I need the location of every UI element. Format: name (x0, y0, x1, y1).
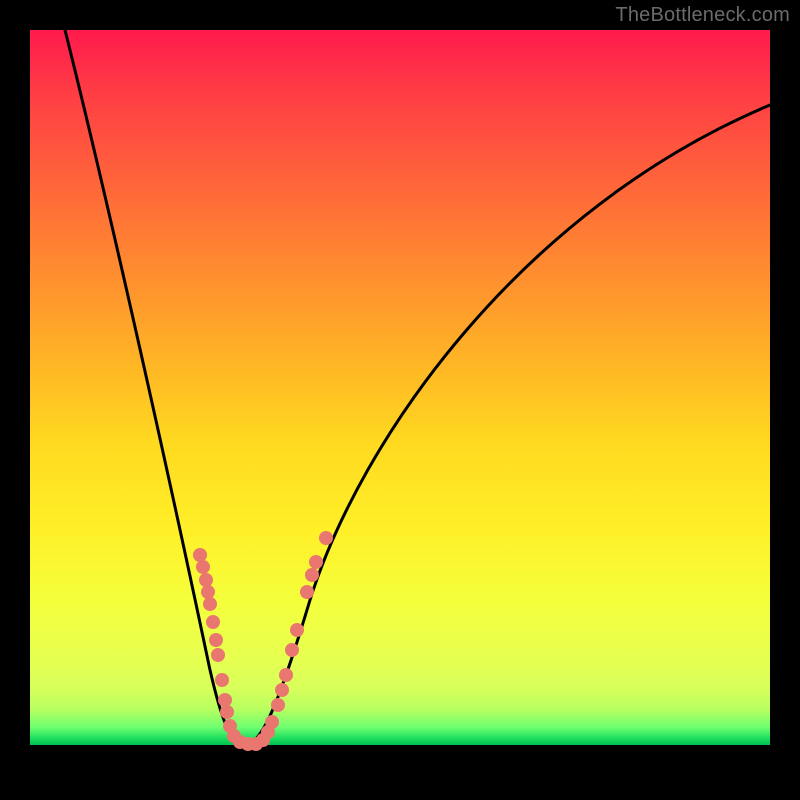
chart-frame: TheBottleneck.com (0, 0, 800, 800)
bead-cluster (193, 531, 333, 751)
right-curve (245, 105, 770, 745)
curve-overlay (0, 0, 800, 800)
